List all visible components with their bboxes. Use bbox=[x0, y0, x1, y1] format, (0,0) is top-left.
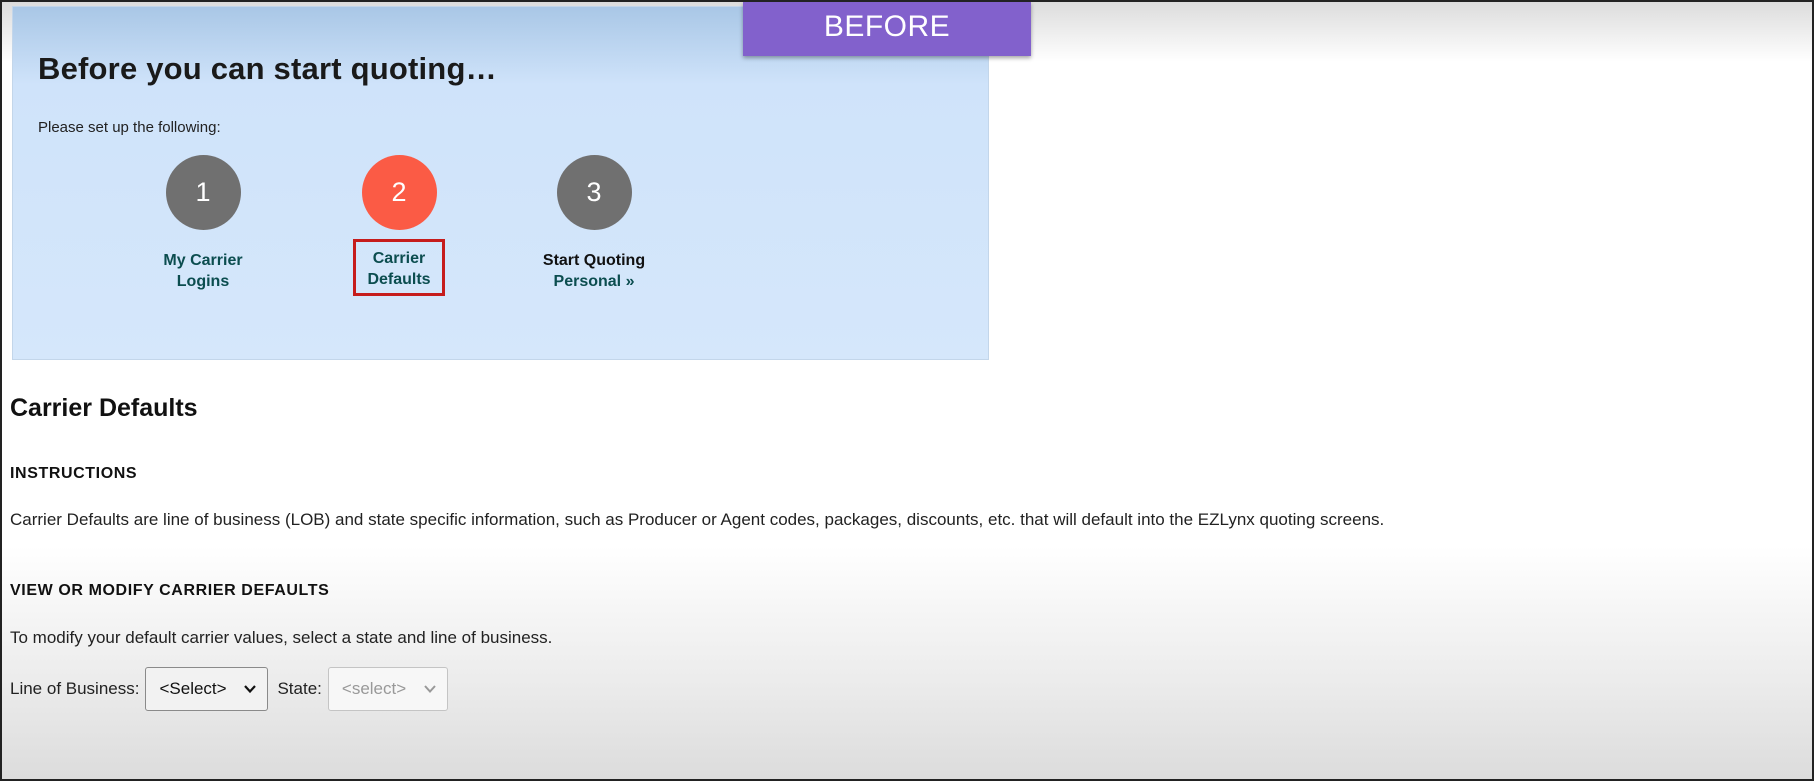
state-selected-value: <select> bbox=[341, 679, 407, 698]
view-modify-heading: VIEW OR MODIFY CARRIER DEFAULTS bbox=[10, 582, 330, 599]
chevron-down-icon bbox=[244, 685, 257, 694]
instructions-heading: INSTRUCTIONS bbox=[10, 465, 138, 482]
filter-row: Line of Business: <Select> State: <selec… bbox=[10, 667, 448, 711]
line-of-business-selected-value: <Select> bbox=[159, 679, 227, 698]
step-label-line1: My Carrier bbox=[163, 252, 243, 269]
step-label-line1: Start Quoting bbox=[542, 252, 646, 269]
step-number-badge-active: 2 bbox=[361, 155, 437, 230]
screenshot-frame: Before you can start quoting… Please set… bbox=[0, 0, 1814, 781]
page-title: Carrier Defaults bbox=[10, 394, 198, 422]
step-my-carrier-logins[interactable]: 1 My Carrier Logins bbox=[113, 155, 293, 292]
instructions-text: Carrier Defaults are line of business (L… bbox=[10, 510, 1385, 529]
step-label-line2: Personal » bbox=[553, 273, 635, 290]
step-number-badge: 1 bbox=[165, 155, 241, 230]
view-modify-text: To modify your default carrier values, s… bbox=[10, 628, 553, 647]
chevron-down-icon bbox=[424, 685, 436, 693]
setup-subtitle: Please set up the following: bbox=[38, 119, 221, 136]
line-of-business-select[interactable]: <Select> bbox=[145, 667, 269, 711]
step-link-my-carrier-logins[interactable]: My Carrier Logins bbox=[113, 250, 293, 292]
step-number-badge: 3 bbox=[556, 155, 632, 230]
before-overlay-tag: BEFORE bbox=[743, 2, 1031, 56]
step-start-quoting[interactable]: 3 Start Quoting Personal » bbox=[504, 155, 684, 292]
setup-title: Before you can start quoting… bbox=[38, 51, 497, 86]
step-label-line2: Defaults bbox=[367, 271, 431, 288]
state-select[interactable]: <select> bbox=[327, 667, 448, 711]
step-link-carrier-defaults[interactable]: Carrier Defaults bbox=[353, 239, 445, 296]
line-of-business-label: Line of Business: bbox=[10, 679, 140, 698]
step-carrier-defaults[interactable]: 2 Carrier Defaults bbox=[309, 155, 489, 296]
step-link-start-quoting[interactable]: Start Quoting Personal » bbox=[504, 250, 684, 292]
step-label-line1: Carrier bbox=[372, 250, 426, 267]
state-label: State: bbox=[277, 679, 322, 698]
setup-panel: Before you can start quoting… Please set… bbox=[12, 6, 989, 360]
step-label-line2: Logins bbox=[176, 273, 230, 290]
